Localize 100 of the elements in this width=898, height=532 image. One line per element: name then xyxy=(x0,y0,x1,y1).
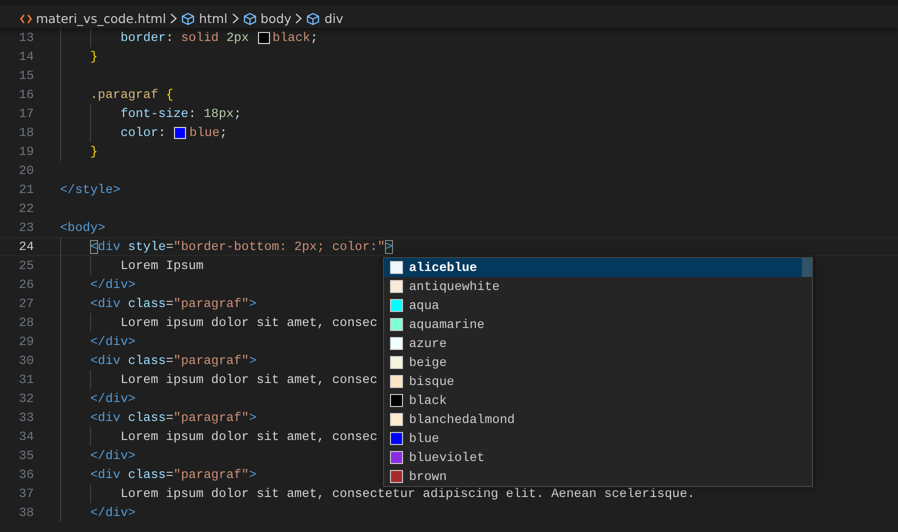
code-text: "border-bottom: 2px; color:" xyxy=(173,240,386,254)
code-text: 18px xyxy=(204,106,234,120)
suggestion-label: azure xyxy=(409,336,447,350)
code-text: solid xyxy=(180,30,220,44)
code-text: <div xyxy=(90,296,122,310)
code-text: > xyxy=(385,240,393,254)
code-text: class xyxy=(128,354,166,368)
line-number: 23 xyxy=(18,220,34,234)
line-number: 16 xyxy=(18,88,34,102)
suggestion-item[interactable]: blanchedalmond xyxy=(384,410,812,429)
suggestion-item[interactable]: blue xyxy=(384,429,812,448)
code-text: = xyxy=(166,468,174,482)
code-text: Lorem ipsum dolor sit amet, consec xyxy=(120,372,378,386)
chevron-icon xyxy=(170,13,178,24)
breadcrumb-item[interactable]: html xyxy=(199,11,228,26)
line-number: 21 xyxy=(18,182,34,196)
code-file-icon xyxy=(20,14,32,24)
code-text: : xyxy=(166,30,174,44)
line-number: 28 xyxy=(18,316,34,330)
color-swatch-icon[interactable] xyxy=(258,32,270,44)
breadcrumb-item[interactable]: body xyxy=(260,11,292,26)
code-text: blue xyxy=(189,126,220,140)
code-text: </div> xyxy=(90,334,136,348)
code-text: } xyxy=(90,144,98,158)
code-text: <div xyxy=(90,354,122,368)
code-text: > xyxy=(248,296,257,310)
line-number: 27 xyxy=(18,296,34,310)
code-text: </div> xyxy=(90,448,136,462)
suggestion-item[interactable]: beige xyxy=(384,353,812,372)
code-text: style xyxy=(128,240,166,254)
code-text: class xyxy=(128,296,166,310)
code-text: ; xyxy=(220,126,228,140)
suggestion-label: antiquewhite xyxy=(409,280,500,294)
code-text: class xyxy=(128,468,166,482)
line-number: 26 xyxy=(18,278,34,292)
code-text: </div> xyxy=(90,392,136,406)
line-number: 30 xyxy=(18,354,34,368)
code-text: = xyxy=(166,410,174,424)
line-number: 33 xyxy=(18,410,34,424)
suggestion-label: blanchedalmond xyxy=(409,412,515,426)
line-number: 13 xyxy=(18,30,34,44)
code-text: > xyxy=(248,468,257,482)
code-text: border xyxy=(120,30,166,44)
suggestion-item[interactable]: black xyxy=(384,391,812,410)
suggestion-item[interactable]: blueviolet xyxy=(384,448,812,467)
suggestion-item[interactable]: aliceblue xyxy=(384,258,812,277)
code-text: "paragraf" xyxy=(173,354,249,368)
suggestion-label: blue xyxy=(409,432,440,446)
color-swatch-icon[interactable] xyxy=(174,126,186,138)
breadcrumb-item[interactable]: materi_vs_code.html xyxy=(36,11,166,26)
suggestion-item[interactable]: antiquewhite xyxy=(384,277,812,296)
line-number: 17 xyxy=(18,106,34,120)
suggestion-item[interactable]: brown xyxy=(384,467,812,486)
suggestion-label: brown xyxy=(409,470,447,484)
suggestion-label: aquamarine xyxy=(409,318,485,332)
line-number: 36 xyxy=(18,468,34,482)
code-text: { xyxy=(166,88,174,102)
code-text: = xyxy=(166,354,174,368)
line-number: 37 xyxy=(18,486,34,500)
suggestion-label: beige xyxy=(409,356,447,370)
code-text: = xyxy=(166,296,174,310)
code-text: < xyxy=(90,240,98,254)
line-number: 19 xyxy=(18,144,34,158)
cube-icon xyxy=(181,12,196,26)
code-text: = xyxy=(166,240,174,254)
code-text: class xyxy=(128,410,166,424)
code-text: "paragraf" xyxy=(173,410,249,424)
scrollbar-thumb[interactable] xyxy=(802,258,812,277)
suggestion-label: aliceblue xyxy=(409,260,478,274)
cube-icon xyxy=(242,12,257,26)
code-text: "paragraf" xyxy=(173,468,249,482)
code-text: black xyxy=(272,30,310,44)
code-text: Lorem ipsum dolor sit amet, consec xyxy=(120,430,378,444)
suggestion-item[interactable]: aquamarine xyxy=(384,315,812,334)
code-text: ; xyxy=(234,106,242,120)
code-text: <body> xyxy=(60,220,106,234)
line-number: 22 xyxy=(18,202,34,216)
code-text: } xyxy=(90,50,98,64)
code-text: </div> xyxy=(90,278,136,292)
line-number: 29 xyxy=(18,334,34,348)
code-text: Lorem Ipsum xyxy=(120,258,204,272)
chevron-icon xyxy=(232,13,239,24)
suggestion-label: bisque xyxy=(409,374,454,388)
line-number: 32 xyxy=(18,392,34,406)
code-text: </style> xyxy=(60,182,120,196)
code-text: Lorem ipsum dolor sit amet, consectetur adipiscing elit. Aenean scelerisque. xyxy=(120,486,695,500)
suggestion-item[interactable]: bisque xyxy=(384,372,812,391)
suggestion-item[interactable]: aqua xyxy=(384,296,812,315)
code-text: "paragraf" xyxy=(173,296,249,310)
breadcrumb-item[interactable]: div xyxy=(324,11,344,26)
line-number: 34 xyxy=(18,430,34,444)
code-text: <div xyxy=(90,468,122,482)
suggestion-item[interactable]: azure xyxy=(384,334,812,353)
code-text: : xyxy=(188,106,198,120)
code-text: 2px xyxy=(226,30,250,44)
line-number: 15 xyxy=(18,68,34,82)
suggestion-label: aqua xyxy=(409,298,440,312)
line-number: 35 xyxy=(18,448,34,462)
line-number: 24 xyxy=(18,240,34,254)
line-number: 14 xyxy=(18,50,34,64)
